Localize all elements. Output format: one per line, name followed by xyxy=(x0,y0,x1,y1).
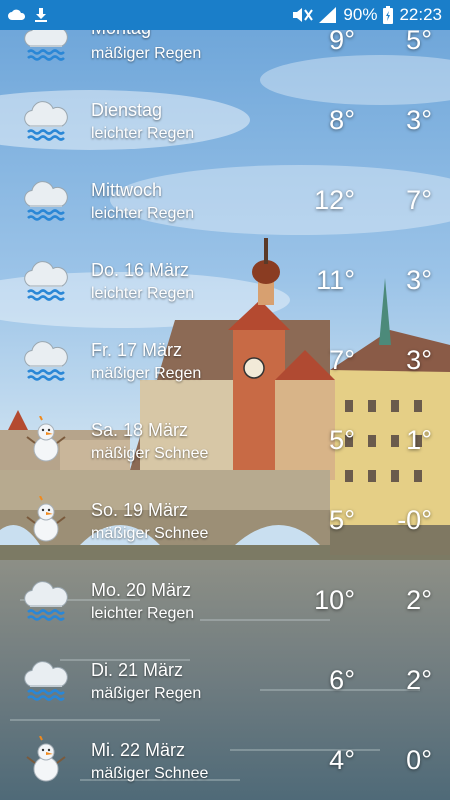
forecast-high: 6° xyxy=(329,665,355,695)
forecast-low: 2° xyxy=(406,665,432,695)
forecast-day: Sa. 18 März xyxy=(91,420,189,440)
mute-icon xyxy=(291,6,314,24)
notification-icons xyxy=(8,7,48,23)
rain-cloud-icon xyxy=(22,656,70,704)
forecast-row[interactable]: Do. 16 März leichter Regen 11° 3° xyxy=(0,240,450,320)
battery-percent: 90% xyxy=(343,5,378,24)
clock: 22:23 xyxy=(399,5,442,24)
battery-charging-icon xyxy=(383,6,394,24)
forecast-low: -0° xyxy=(397,505,432,535)
forecast-day: Do. 16 März xyxy=(91,260,190,280)
forecast-high: 7° xyxy=(329,345,355,375)
rain-cloud-icon xyxy=(22,576,70,624)
forecast-low: 2° xyxy=(406,585,432,615)
forecast-high: 8° xyxy=(329,105,355,135)
forecast-day: So. 19 März xyxy=(91,500,189,520)
forecast-row[interactable]: Mittwoch leichter Regen 12° 7° xyxy=(0,160,450,240)
status-bar: 90% 22:23 xyxy=(0,0,450,30)
forecast-condition: leichter Regen xyxy=(91,125,195,142)
forecast-condition: mäßiger Regen xyxy=(91,685,202,702)
forecast-list[interactable]: Montag mäßiger Regen 9° 5° Dienstag leic… xyxy=(0,0,450,800)
forecast-condition: mäßiger Regen xyxy=(91,365,202,382)
forecast-condition: mäßiger Schnee xyxy=(91,525,209,542)
forecast-day: Fr. 17 März xyxy=(91,340,183,360)
signal-icon xyxy=(319,7,337,23)
forecast-low: 1° xyxy=(406,425,432,455)
forecast-row[interactable]: Dienstag leichter Regen 8° 3° xyxy=(0,80,450,160)
forecast-day: Mo. 20 März xyxy=(91,580,192,600)
forecast-condition: leichter Regen xyxy=(91,605,195,622)
rain-cloud-icon xyxy=(22,256,70,304)
forecast-high: 12° xyxy=(314,185,355,215)
forecast-low: 3° xyxy=(406,345,432,375)
forecast-row[interactable]: Fr. 17 März mäßiger Regen 7° 3° xyxy=(0,320,450,400)
rain-cloud-icon xyxy=(22,96,70,144)
forecast-row[interactable]: So. 19 März mäßiger Schnee 5° -0° xyxy=(0,480,450,560)
forecast-high: 10° xyxy=(314,585,355,615)
forecast-condition: mäßiger Regen xyxy=(91,45,202,62)
forecast-day: Mi. 22 März xyxy=(91,740,186,760)
forecast-day: Mittwoch xyxy=(91,180,163,200)
forecast-row[interactable]: Di. 21 März mäßiger Regen 6° 2° xyxy=(0,640,450,720)
forecast-condition: mäßiger Schnee xyxy=(91,445,209,462)
forecast-low: 3° xyxy=(406,105,432,135)
forecast-condition: leichter Regen xyxy=(91,285,195,302)
forecast-day: Dienstag xyxy=(91,100,163,120)
forecast-high: 4° xyxy=(329,745,355,775)
snowman-icon xyxy=(22,415,70,464)
forecast-day: Di. 21 März xyxy=(91,660,184,680)
forecast-row[interactable]: Mo. 20 März leichter Regen 10° 2° xyxy=(0,560,450,640)
forecast-row[interactable]: Sa. 18 März mäßiger Schnee 5° 1° xyxy=(0,400,450,480)
weather-cloud-icon xyxy=(8,8,26,22)
forecast-row[interactable]: Mi. 22 März mäßiger Schnee 4° 0° xyxy=(0,720,450,800)
forecast-low: 3° xyxy=(406,265,432,295)
rain-cloud-icon xyxy=(22,176,70,224)
download-icon xyxy=(34,7,48,23)
forecast-high: 5° xyxy=(329,425,355,455)
forecast-condition: mäßiger Schnee xyxy=(91,765,209,782)
snowman-icon xyxy=(22,735,70,784)
forecast-low: 0° xyxy=(406,745,432,775)
forecast-low: 7° xyxy=(406,185,432,215)
snowman-icon xyxy=(22,495,70,544)
rain-cloud-icon xyxy=(22,336,70,384)
forecast-condition: leichter Regen xyxy=(91,205,195,222)
forecast-high: 11° xyxy=(316,265,355,295)
forecast-high: 5° xyxy=(329,505,355,535)
